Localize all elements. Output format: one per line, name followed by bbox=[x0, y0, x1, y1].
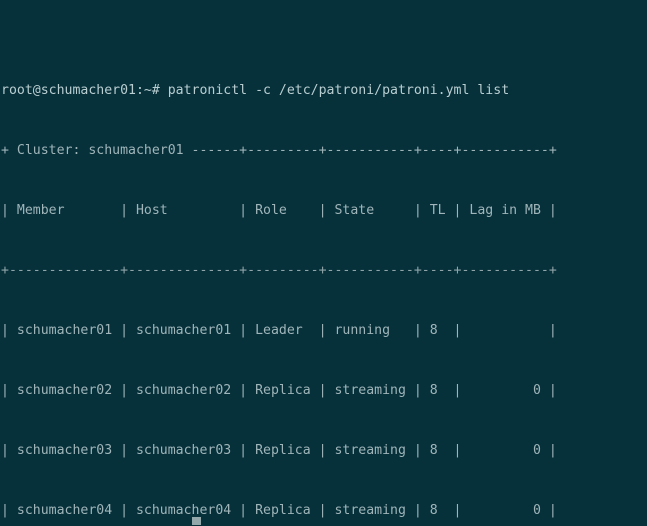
terminal-window[interactable]: root@schumacher01:~# patronictl -c /etc/… bbox=[0, 0, 647, 526]
cluster-header-line: + Cluster: schumacher01 ------+---------… bbox=[1, 143, 557, 158]
terminal-screen-buffer[interactable]: root@schumacher01:~# patronictl -c /etc/… bbox=[1, 1, 557, 526]
table-row: | schumacher02 | schumacher02 | Replica … bbox=[1, 383, 557, 398]
command-prompt-line: root@schumacher01:~# patronictl -c /etc/… bbox=[1, 83, 510, 98]
terminal-cursor bbox=[192, 517, 201, 525]
table-column-headers: | Member | Host | Role | State | TL | La… bbox=[1, 203, 557, 218]
table-row: | schumacher01 | schumacher01 | Leader |… bbox=[1, 323, 557, 338]
table-row: | schumacher04 | schumacher04 | Replica … bbox=[1, 503, 557, 518]
table-separator: +--------------+--------------+---------… bbox=[1, 263, 557, 278]
table-row: | schumacher03 | schumacher03 | Replica … bbox=[1, 443, 557, 458]
